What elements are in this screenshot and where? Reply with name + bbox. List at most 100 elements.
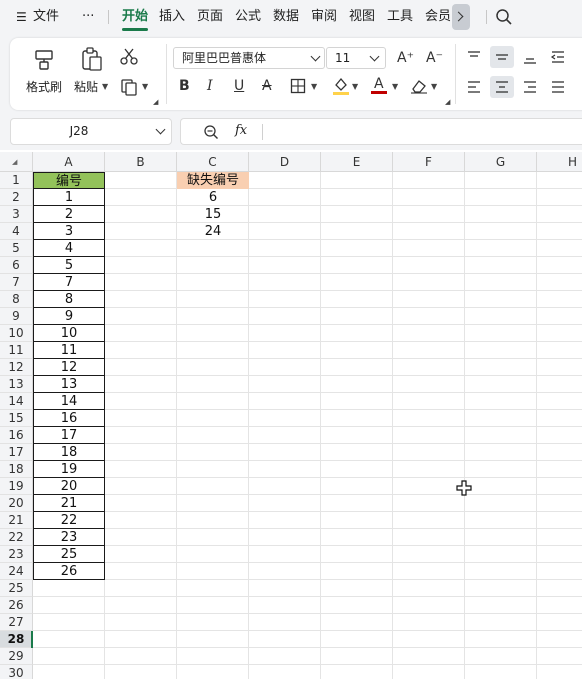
font-size-select[interactable]: 11 [326, 47, 386, 69]
cell-c1-header[interactable]: 缺失编号 [177, 172, 249, 189]
cell-a9[interactable]: 9 [33, 308, 105, 325]
fill-color-icon[interactable] [332, 76, 350, 96]
font-color-icon[interactable]: A [374, 76, 384, 92]
cell-a11[interactable]: 11 [33, 342, 105, 359]
more-menu-icon[interactable]: ··· [82, 0, 94, 34]
cell-a16[interactable]: 17 [33, 427, 105, 444]
font-expand-icon[interactable]: ◢ [445, 98, 450, 106]
chevron-down-icon[interactable]: ▼ [431, 82, 437, 91]
hamburger-menu-icon[interactable]: ☰ [16, 0, 27, 34]
row-header-23[interactable]: 23 [0, 546, 33, 563]
cell-a2[interactable]: 1 [33, 189, 105, 206]
cell-a15[interactable]: 16 [33, 410, 105, 427]
cell-a13[interactable]: 13 [33, 376, 105, 393]
cell-a17[interactable]: 18 [33, 444, 105, 461]
cell-a20[interactable]: 21 [33, 495, 105, 512]
row-header-3[interactable]: 3 [0, 206, 33, 223]
align-middle-button[interactable] [490, 46, 514, 68]
cell-a24[interactable]: 26 [33, 563, 105, 580]
row-header-20[interactable]: 20 [0, 495, 33, 512]
column-header-e[interactable]: E [321, 152, 393, 172]
shrink-font-icon[interactable]: A⁻ [426, 50, 443, 66]
strikethrough-button[interactable]: A [262, 78, 272, 94]
row-header-14[interactable]: 14 [0, 393, 33, 410]
format-painter-icon[interactable] [32, 47, 56, 71]
justify-icon[interactable] [550, 79, 566, 95]
row-header-21[interactable]: 21 [0, 512, 33, 529]
row-header-13[interactable]: 13 [0, 376, 33, 393]
chevron-down-icon[interactable]: ▼ [311, 82, 317, 91]
italic-button[interactable]: I [207, 78, 213, 94]
column-header-a[interactable]: A [33, 152, 105, 172]
clear-format-icon[interactable] [410, 78, 428, 94]
cell-a1-header[interactable]: 编号 [33, 172, 105, 189]
align-center-button[interactable] [490, 76, 514, 98]
cut-icon[interactable] [120, 48, 138, 66]
cell-a12[interactable]: 12 [33, 359, 105, 376]
column-header-b[interactable]: B [105, 152, 177, 172]
paste-icon[interactable] [80, 46, 104, 72]
cell-a19[interactable]: 20 [33, 478, 105, 495]
row-header-12[interactable]: 12 [0, 359, 33, 376]
align-bottom-icon[interactable] [522, 49, 538, 65]
align-right-icon[interactable] [522, 79, 538, 95]
column-header-g[interactable]: G [465, 152, 537, 172]
format-painter-label[interactable]: 格式刷 [26, 78, 62, 95]
row-header-2[interactable]: 2 [0, 189, 33, 206]
copy-icon[interactable] [120, 78, 138, 96]
row-header-22[interactable]: 22 [0, 529, 33, 546]
bold-button[interactable]: B [179, 78, 190, 94]
tab-tools[interactable]: 工具 [387, 0, 413, 34]
cell-a7[interactable]: 7 [33, 274, 105, 291]
chevron-down-icon[interactable]: ▼ [142, 82, 148, 91]
chevron-down-icon[interactable]: ▼ [352, 82, 358, 91]
column-header-c[interactable]: C [177, 152, 249, 172]
cell-c3[interactable]: 15 [177, 206, 249, 223]
row-header-5[interactable]: 5 [0, 240, 33, 257]
tab-page[interactable]: 页面 [197, 0, 223, 34]
tab-member[interactable]: 会员 [425, 0, 451, 34]
row-header-4[interactable]: 4 [0, 223, 33, 240]
align-top-icon[interactable] [466, 49, 482, 65]
formula-bar[interactable]: fx [180, 118, 582, 145]
row-header-7[interactable]: 7 [0, 274, 33, 291]
file-menu[interactable]: 文件 [33, 0, 59, 34]
row-header-10[interactable]: 10 [0, 325, 33, 342]
tab-formula[interactable]: 公式 [235, 0, 261, 34]
tab-scroll-right-button[interactable] [452, 4, 470, 30]
underline-button[interactable]: U [234, 78, 244, 94]
font-name-select[interactable]: 阿里巴巴普惠体 [173, 47, 325, 69]
clipboard-expand-icon[interactable]: ◢ [153, 98, 158, 106]
cell-a23[interactable]: 25 [33, 546, 105, 563]
column-header-d[interactable]: D [249, 152, 321, 172]
decrease-indent-icon[interactable] [550, 49, 566, 65]
chevron-down-icon[interactable]: ▼ [102, 82, 108, 91]
cell-c2[interactable]: 6 [177, 189, 249, 206]
align-left-icon[interactable] [466, 79, 482, 95]
grow-font-icon[interactable]: A⁺ [397, 50, 414, 66]
cell-a8[interactable]: 8 [33, 291, 105, 308]
tab-data[interactable]: 数据 [273, 0, 299, 34]
row-header-30[interactable]: 30 [0, 665, 33, 679]
row-header-11[interactable]: 11 [0, 342, 33, 359]
column-header-f[interactable]: F [393, 152, 465, 172]
cell-a3[interactable]: 2 [33, 206, 105, 223]
row-header-16[interactable]: 16 [0, 427, 33, 444]
cell-a10[interactable]: 10 [33, 325, 105, 342]
row-header-6[interactable]: 6 [0, 257, 33, 274]
column-header-h[interactable]: H [537, 152, 582, 172]
zoom-icon[interactable] [203, 124, 219, 140]
cell-a6[interactable]: 5 [33, 257, 105, 274]
cell-a5[interactable]: 4 [33, 240, 105, 257]
row-header-26[interactable]: 26 [0, 597, 33, 614]
cell-c4[interactable]: 24 [177, 223, 249, 240]
row-header-29[interactable]: 29 [0, 648, 33, 665]
cell-a22[interactable]: 23 [33, 529, 105, 546]
tab-review[interactable]: 审阅 [311, 0, 337, 34]
row-header-19[interactable]: 19 [0, 478, 33, 495]
row-header-17[interactable]: 17 [0, 444, 33, 461]
cell-a21[interactable]: 22 [33, 512, 105, 529]
paste-label[interactable]: 粘贴 [74, 78, 98, 95]
search-icon[interactable] [495, 8, 513, 26]
cell-a14[interactable]: 14 [33, 393, 105, 410]
